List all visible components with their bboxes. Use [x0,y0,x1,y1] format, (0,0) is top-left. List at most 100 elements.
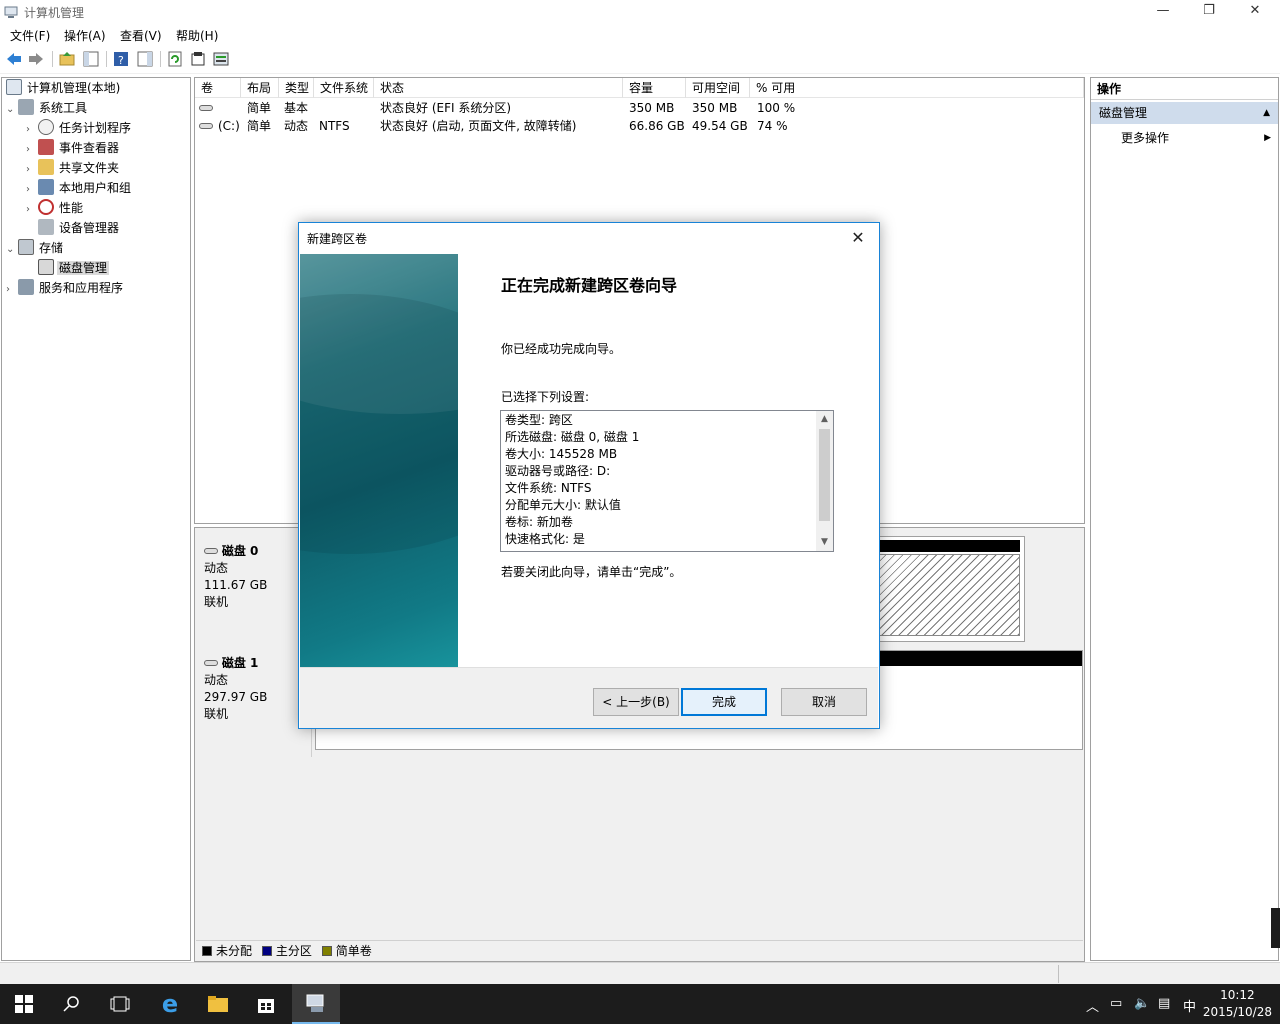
actions-section-label: 磁盘管理 [1099,106,1148,120]
up-folder-icon[interactable] [58,50,76,68]
menu-action[interactable]: 操作(A) [64,27,106,44]
cancel-button[interactable]: 取消 [781,688,867,716]
disk-settings-icon[interactable] [212,50,230,68]
cell-layout: 简单 [247,101,272,115]
tree-item-task-scheduler[interactable]: › 任务计划程序 [26,118,133,138]
volume-icon[interactable]: 🔈 [1134,996,1150,1011]
clock-icon [38,119,54,135]
dialog-title: 新建跨区卷 [307,232,368,246]
tree-item-event-viewer[interactable]: › 事件查看器 [26,138,121,158]
column-header-percent-free[interactable]: % 可用 [750,78,1084,98]
users-icon [38,179,54,195]
chevron-right-icon[interactable]: › [26,180,38,200]
scroll-thumb[interactable] [819,429,830,521]
start-button[interactable] [0,984,48,1024]
settings-summary-list[interactable]: 卷类型: 跨区 所选磁盘: 磁盘 0, 磁盘 1 卷大小: 145528 MB … [500,410,834,552]
computer-management-taskbar-icon[interactable] [292,984,340,1024]
legend-primary: 主分区 [275,944,312,958]
chevron-right-icon[interactable]: › [6,280,18,300]
close-icon[interactable]: ✕ [843,225,873,251]
shared-folder-icon [38,159,54,175]
performance-icon [38,199,54,215]
chevron-down-icon[interactable]: ⌄ [6,100,18,120]
collapse-up-icon[interactable]: ▲ [1263,102,1270,124]
minimize-button[interactable]: — [1140,0,1186,24]
column-header-status[interactable]: 状态 [374,78,623,98]
system-clock[interactable]: 10:12 2015/10/28 [1203,987,1272,1021]
refresh-icon[interactable] [166,50,184,68]
actions-header: 操作 [1091,78,1278,100]
more-actions-label: 更多操作 [1121,131,1170,145]
file-explorer-icon[interactable] [194,984,242,1024]
task-view-icon[interactable] [96,984,144,1024]
tree-item-performance[interactable]: › 性能 [26,198,85,218]
column-header-filesystem[interactable]: 文件系统 [314,78,374,98]
chevron-right-icon[interactable]: › [26,140,38,160]
menu-file[interactable]: 文件(F) [10,27,50,44]
help-icon[interactable]: ? [112,50,130,68]
submenu-arrow-icon: ▶ [1264,133,1271,143]
more-actions-item[interactable]: 更多操作 ▶ [1121,128,1271,148]
column-header-free-space[interactable]: 可用空间 [686,78,750,98]
disk-0-info[interactable]: 磁盘 0 动态 111.67 GB 联机 [196,535,312,645]
forward-arrow-icon[interactable] [27,50,45,68]
scroll-up-icon[interactable]: ▲ [816,411,833,428]
show-hidden-icons-icon[interactable]: ︿ [1086,996,1099,1015]
chevron-right-icon[interactable]: › [26,120,38,140]
tree-item-storage[interactable]: ⌄ 存储 [6,238,65,258]
edge-browser-icon[interactable]: e [146,984,194,1024]
unallocated-partition[interactable] [877,554,1020,636]
settings-scrollbar[interactable]: ▲ ▼ [816,411,833,551]
toolbar: ? [0,46,1280,74]
disk-size: 297.97 GB [204,690,268,704]
setting-file-system: 文件系统: NTFS [505,481,592,495]
input-method-indicator[interactable]: 中 [1183,996,1196,1015]
tree-item-local-users[interactable]: › 本地用户和组 [26,178,133,198]
column-header-capacity[interactable]: 容量 [623,78,686,98]
tree-item-disk-management[interactable]: 磁盘管理 [38,258,110,278]
column-header-volume[interactable]: 卷 [195,78,241,98]
chevron-down-icon[interactable]: ⌄ [6,240,18,260]
tree-item-services-apps[interactable]: › 服务和应用程序 [6,278,125,298]
legend-simple-volume: 简单卷 [335,944,372,958]
chevron-right-icon[interactable]: › [26,160,38,180]
setting-selected-disks: 所选磁盘: 磁盘 0, 磁盘 1 [505,430,640,444]
finish-button[interactable]: 完成 [681,688,767,716]
show-hide-tree-icon[interactable] [82,50,100,68]
scroll-down-icon[interactable]: ▼ [816,534,833,551]
show-hide-action-pane-icon[interactable] [136,50,154,68]
tree-item-system-tools[interactable]: ⌄ 系统工具 [6,98,89,118]
disk-icon [204,660,218,666]
services-icon [18,279,34,295]
maximize-button[interactable]: ❐ [1186,0,1232,24]
actions-section-disk-management[interactable]: 磁盘管理 ▲ [1091,102,1278,124]
tree-item-root[interactable]: 计算机管理(本地) [6,78,122,98]
tree-item-shared-folders[interactable]: › 共享文件夹 [26,158,121,178]
disk-type: 动态 [204,561,229,575]
menu-view[interactable]: 查看(V) [120,27,162,44]
action-center-icon[interactable]: ▤ [1158,996,1170,1011]
cell-capacity: 350 MB [629,101,675,115]
setting-volume-size: 卷大小: 145528 MB [505,447,618,461]
cell-percent-free: 74 % [757,119,788,133]
disk-1-info[interactable]: 磁盘 1 动态 297.97 GB 联机 [196,647,312,757]
back-arrow-icon[interactable] [5,50,23,68]
wizard-heading: 正在完成新建跨区卷向导 [501,276,678,295]
tree-item-device-manager[interactable]: 设备管理器 [38,218,121,238]
store-icon[interactable] [242,984,290,1024]
search-icon[interactable] [48,984,96,1024]
network-icon[interactable]: ▭ [1110,996,1122,1011]
disk-type: 动态 [204,673,229,687]
properties-icon[interactable] [189,50,207,68]
column-header-layout[interactable]: 布局 [241,78,279,98]
cell-free-space: 350 MB [692,101,738,115]
cell-volume: (C:) [218,119,240,133]
column-header-type[interactable]: 类型 [279,78,314,98]
settings-label: 已选择下列设置: [501,390,590,404]
back-button[interactable]: < 上一步(B) [593,688,679,716]
clock-date: 2015/10/28 [1202,1005,1272,1019]
menu-help[interactable]: 帮助(H) [176,27,218,44]
cell-filesystem: NTFS [319,119,350,133]
chevron-right-icon[interactable]: › [26,200,38,220]
close-window-button[interactable]: ✕ [1232,0,1278,24]
